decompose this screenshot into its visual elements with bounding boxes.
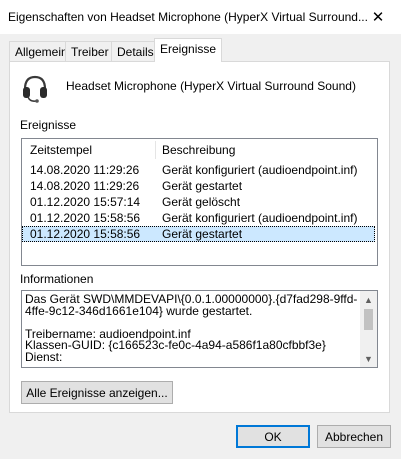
close-button[interactable]: ✕ [355,0,401,34]
event-description: Gerät gestartet [162,179,243,193]
event-row-selected[interactable]: 01.12.2020 15:58:56 Gerät gestartet [22,226,375,242]
show-all-events-button[interactable]: Alle Ereignisse anzeigen... [21,381,173,404]
ok-button[interactable]: OK [236,425,310,448]
events-list[interactable]: Zeitstempel Beschreibung 14.08.2020 11:2… [21,138,378,266]
scroll-down-icon[interactable]: ▼ [360,350,377,367]
column-header-description[interactable]: Beschreibung [162,143,235,157]
event-timestamp: 01.12.2020 15:58:56 [30,227,141,241]
event-row[interactable]: 14.08.2020 11:29:26 Gerät gestartet [22,178,377,194]
event-description: Gerät gestartet [162,227,243,241]
cancel-button[interactable]: Abbrechen [317,425,391,448]
event-timestamp: 01.12.2020 15:57:14 [30,195,141,209]
scroll-thumb[interactable] [364,309,373,330]
tab-allgemein[interactable]: Allgemein [9,41,74,61]
close-icon: ✕ [371,9,385,26]
tab-details[interactable]: Details [111,41,160,61]
headset-icon [23,75,47,103]
info-label: Informationen [20,272,94,286]
info-scrollbar[interactable]: ▲ ▼ [360,291,377,367]
column-separator[interactable] [155,141,156,159]
event-row[interactable]: 01.12.2020 15:58:56 Gerät konfiguriert (… [22,210,377,226]
events-label: Ereignisse [20,118,77,132]
event-row[interactable]: 01.12.2020 15:57:14 Gerät gelöscht [22,194,377,210]
event-timestamp: 14.08.2020 11:29:26 [30,163,140,177]
event-row[interactable]: 14.08.2020 11:29:26 Gerät konfiguriert (… [22,162,377,178]
tab-treiber[interactable]: Treiber [65,41,115,61]
event-timestamp: 14.08.2020 11:29:26 [30,179,140,193]
window-title: Eigenschaften von Headset Microphone (Hy… [8,10,368,24]
info-textbox[interactable]: Das Gerät SWD\MMDEVAPI\{0.0.1.00000000}.… [21,290,378,368]
device-name: Headset Microphone (HyperX Virtual Surro… [66,79,356,93]
events-header: Zeitstempel Beschreibung [22,139,377,160]
tab-ereignisse[interactable]: Ereignisse [154,38,223,62]
info-text: Das Gerät SWD\MMDEVAPI\{0.0.1.00000000}.… [25,294,358,364]
event-timestamp: 01.12.2020 15:58:56 [30,211,141,225]
column-header-timestamp[interactable]: Zeitstempel [30,143,92,157]
event-description: Gerät gelöscht [162,195,241,209]
title-bar: Eigenschaften von Headset Microphone (Hy… [0,0,401,34]
event-description: Gerät konfiguriert (audioendpoint.inf) [162,211,358,225]
scroll-up-icon[interactable]: ▲ [360,291,377,308]
event-description: Gerät konfiguriert (audioendpoint.inf) [162,163,358,177]
